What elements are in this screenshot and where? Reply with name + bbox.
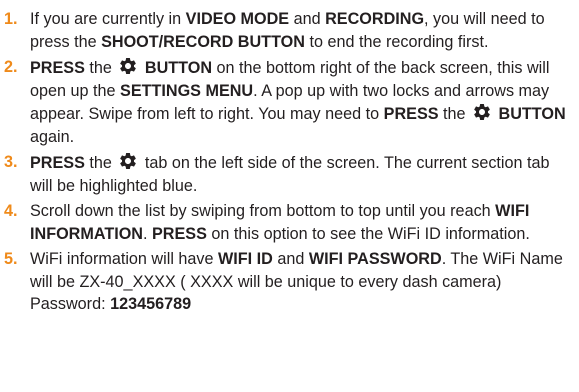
step-text-segment: the xyxy=(84,59,117,77)
step-emphasis: WIFI PASSWORD xyxy=(308,250,442,268)
step-number: 5. xyxy=(4,250,18,268)
step-emphasis: PRESS xyxy=(383,105,439,123)
step-emphasis: WIFI ID xyxy=(218,250,273,268)
step-text-segment: to end the recording first. xyxy=(304,32,489,51)
step-text: Scroll down the list by swiping from bot… xyxy=(30,200,569,245)
step-emphasis: BUTTON xyxy=(494,105,566,123)
step-emphasis: RECORDING xyxy=(325,10,425,28)
step-text-segment: Scroll down the list by swiping from bot… xyxy=(30,202,496,220)
step-text-segment: on this option to see the WiFi ID inform… xyxy=(206,224,530,243)
step-emphasis: VIDEO MODE xyxy=(185,10,290,28)
step-number: 2. xyxy=(4,58,18,76)
instruction-step: 1. If you are currently in VIDEO MODE and… xyxy=(4,8,569,53)
step-emphasis: PRESS xyxy=(152,224,207,243)
step-number: 4. xyxy=(4,202,18,220)
step-text-segment: again. xyxy=(30,127,75,146)
step-emphasis: SETTINGS MENU xyxy=(120,81,254,100)
step-text-segment: and xyxy=(272,250,309,268)
step-emphasis: PRESS xyxy=(30,154,85,172)
step-number: 1. xyxy=(4,10,18,28)
step-text-segment: the xyxy=(84,154,117,172)
gear-icon xyxy=(118,56,138,76)
step-text-segment: If you are currently in xyxy=(30,10,186,28)
instruction-step: 5. WiFi information will have WIFI ID and… xyxy=(4,248,569,316)
instruction-step: 2. PRESS the BUTTON on the bottom right o… xyxy=(4,56,569,148)
gear-icon xyxy=(118,151,138,171)
step-text: If you are currently in VIDEO MODE and R… xyxy=(30,8,569,53)
step-text-segment: the xyxy=(438,105,471,123)
instruction-list: 1. If you are currently in VIDEO MODE and… xyxy=(4,8,569,316)
step-emphasis: PRESS xyxy=(30,59,85,77)
instructions-page: 1. If you are currently in VIDEO MODE and… xyxy=(0,0,579,392)
step-number: 3. xyxy=(4,153,18,171)
step-emphasis: SHOOT/RECORD BUTTON xyxy=(101,32,305,51)
step-text-segment: and xyxy=(289,10,326,28)
step-text: WiFi information will have WIFI ID and W… xyxy=(30,248,569,316)
step-text-segment: WiFi information will have xyxy=(30,250,219,268)
instruction-step: 4. Scroll down the list by swiping from b… xyxy=(4,200,569,245)
instruction-step: 3. PRESS the tab on the left side of the … xyxy=(4,151,569,197)
step-emphasis: BUTTON xyxy=(140,59,213,77)
step-text-segment: . xyxy=(143,224,152,243)
step-text: PRESS the tab on the left side of the sc… xyxy=(30,151,569,197)
gear-icon xyxy=(472,102,492,122)
step-text: PRESS the BUTTON on the bottom right of … xyxy=(30,56,569,148)
step-emphasis: 123456789 xyxy=(110,295,192,313)
